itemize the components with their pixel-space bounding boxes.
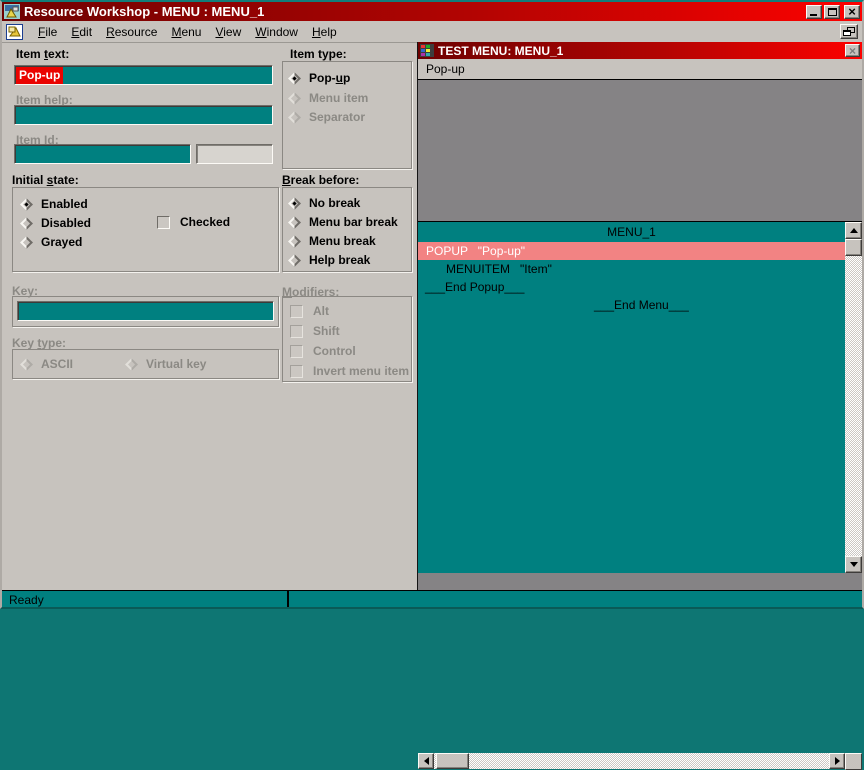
item-text-label: Item text:	[16, 47, 69, 61]
radio-menu-break[interactable]: Menu break	[290, 233, 376, 249]
item-text-selection: Pop-up	[16, 67, 63, 84]
radio-menu-item[interactable]: Menu item	[290, 90, 368, 106]
checkbox-shift[interactable]: Shift	[290, 323, 340, 339]
vertical-scrollbar[interactable]	[845, 222, 862, 573]
radio-grayed[interactable]: Grayed	[22, 234, 82, 250]
outline-row-menuitem[interactable]: MENUITEM "Item"	[418, 260, 845, 278]
menu-item-window[interactable]: Window	[248, 22, 305, 42]
minimize-icon	[810, 14, 817, 16]
radio-diamond-icon	[125, 358, 138, 371]
status-bar: Ready	[2, 590, 862, 607]
key-type-label: Key type:	[12, 336, 66, 350]
vertical-scrollbar-thumb[interactable]	[845, 239, 862, 256]
menu-item-resource[interactable]: Resource	[99, 22, 164, 42]
maximize-button[interactable]	[824, 5, 840, 19]
outline-row-end-menu[interactable]: ___End Menu___	[418, 296, 845, 314]
item-type-label: Item type:	[290, 47, 347, 61]
window-title: Resource Workshop - MENU : MENU_1	[24, 4, 806, 19]
test-menu-menubar: Pop-up	[418, 59, 862, 80]
radio-enabled[interactable]: Enabled	[22, 196, 88, 212]
item-text-input[interactable]: Pop-up	[14, 65, 273, 85]
item-id-input[interactable]	[14, 144, 191, 164]
checkbox-icon	[290, 345, 303, 358]
radio-diamond-icon	[288, 216, 301, 229]
item-id-aux-box	[196, 144, 273, 164]
radio-diamond-icon	[288, 197, 301, 210]
radio-diamond-icon	[20, 358, 33, 371]
scroll-right-button[interactable]	[829, 753, 845, 769]
document-icon[interactable]	[6, 24, 23, 40]
radio-pop-up[interactable]: Pop-up	[290, 70, 350, 86]
horizontal-scrollbar-thumb[interactable]	[436, 753, 469, 769]
test-menu-title: TEST MENU: MENU_1	[438, 44, 845, 58]
test-menu-item-pop-up[interactable]: Pop-up	[418, 60, 473, 78]
up-arrow-icon	[850, 228, 858, 233]
maximize-icon	[828, 8, 837, 16]
radio-ascii[interactable]: ASCII	[22, 356, 73, 372]
test-menu-close-button[interactable]: ×	[845, 44, 860, 57]
title-bar: Resource Workshop - MENU : MENU_1 ×	[2, 2, 862, 21]
status-text: Ready	[9, 593, 44, 607]
app-window: Resource Workshop - MENU : MENU_1 × File…	[0, 0, 864, 609]
mdi-restore-button[interactable]	[840, 24, 858, 39]
horizontal-scrollbar[interactable]	[418, 753, 845, 769]
menu-item-menu[interactable]: Menu	[164, 22, 208, 42]
scroll-left-button[interactable]	[418, 753, 434, 769]
menu-item-help[interactable]: Help	[305, 22, 344, 42]
test-menu-title-bar: TEST MENU: MENU_1 ×	[418, 42, 862, 59]
radio-diamond-icon	[288, 111, 301, 124]
checkbox-invert-menu-item[interactable]: Invert menu item	[290, 363, 409, 379]
menu-item-edit[interactable]: Edit	[64, 22, 99, 42]
down-arrow-icon	[850, 562, 858, 567]
scroll-up-button[interactable]	[845, 222, 862, 239]
radio-diamond-icon	[288, 72, 301, 85]
menu-bar: File Edit Resource Menu View Window Help	[2, 21, 862, 43]
test-menu-window: TEST MENU: MENU_1 × Pop-up MENU_1 POPUP …	[417, 42, 862, 590]
initial-state-label: Initial state:	[12, 173, 79, 187]
outline-row-popup[interactable]: POPUP "Pop-up"	[418, 242, 845, 260]
outline-panel: MENU_1 POPUP "Pop-up" MENUITEM "Item" __…	[418, 221, 862, 573]
test-menu-client-area	[418, 80, 862, 221]
item-help-input[interactable]	[14, 105, 273, 125]
close-icon: ×	[848, 7, 856, 17]
close-icon: ×	[849, 46, 856, 56]
radio-help-break[interactable]: Help break	[290, 252, 370, 268]
dialog-panel: Item text: Pop-up Item help: Item Id: In…	[2, 43, 417, 590]
checkbox-alt[interactable]: Alt	[290, 303, 329, 319]
close-button[interactable]: ×	[844, 5, 860, 19]
scroll-down-button[interactable]	[845, 556, 862, 573]
outline-header: MENU_1	[418, 225, 845, 242]
key-input[interactable]	[17, 301, 274, 321]
radio-separator[interactable]: Separator	[290, 109, 365, 125]
radio-diamond-icon	[20, 198, 33, 211]
checkbox-control[interactable]: Control	[290, 343, 356, 359]
app-icon[interactable]	[4, 4, 20, 19]
checkbox-icon	[290, 365, 303, 378]
scrollbar-corner	[845, 753, 862, 770]
radio-diamond-icon	[288, 92, 301, 105]
status-divider	[287, 591, 289, 607]
checkbox-checked[interactable]: Checked	[157, 214, 230, 230]
radio-disabled[interactable]: Disabled	[22, 215, 91, 231]
menu-item-file[interactable]: File	[31, 22, 64, 42]
checkbox-icon	[157, 216, 170, 229]
break-before-label: Break before:	[282, 173, 359, 187]
radio-diamond-icon	[288, 235, 301, 248]
right-arrow-icon	[835, 757, 840, 765]
radio-diamond-icon	[20, 236, 33, 249]
menu-item-view[interactable]: View	[208, 22, 248, 42]
radio-diamond-icon	[288, 254, 301, 267]
radio-virtual-key[interactable]: Virtual key	[127, 356, 206, 372]
checkbox-icon	[290, 325, 303, 338]
outline-row-end-popup[interactable]: ___End Popup___	[418, 278, 845, 296]
minimize-button[interactable]	[806, 5, 822, 19]
radio-menu-bar-break[interactable]: Menu bar break	[290, 214, 398, 230]
test-menu-icon[interactable]	[420, 44, 434, 57]
radio-no-break[interactable]: No break	[290, 195, 360, 211]
left-arrow-icon	[424, 757, 429, 765]
checkbox-icon	[290, 305, 303, 318]
radio-diamond-icon	[20, 217, 33, 230]
